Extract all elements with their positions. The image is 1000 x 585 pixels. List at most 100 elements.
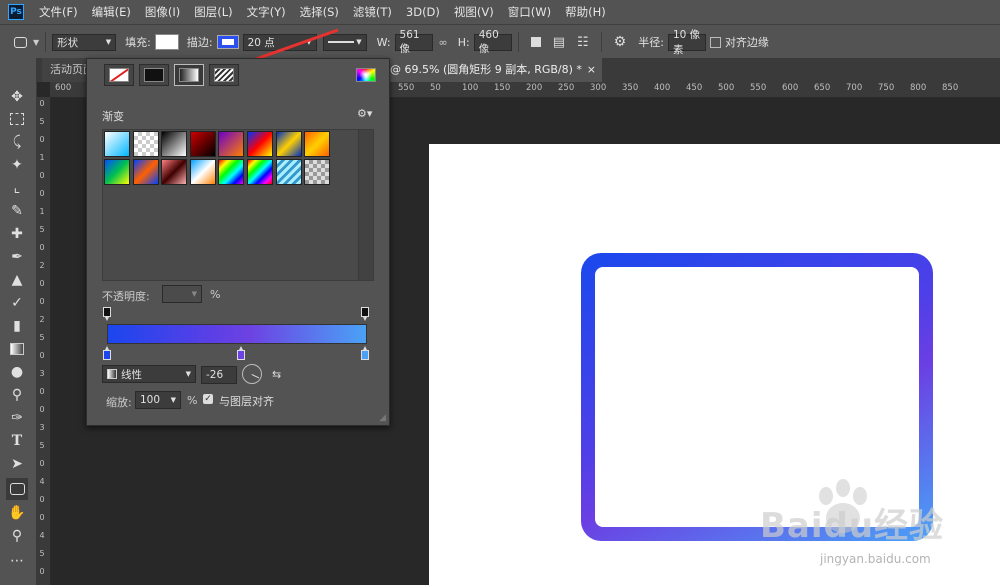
blur-tool[interactable]: ●	[6, 361, 28, 383]
ruler-tick-label: 0	[39, 387, 45, 396]
ruler-tick-label: 5	[39, 549, 45, 558]
drop-icon: ●	[10, 364, 24, 380]
stamp-tool[interactable]: ▲	[6, 269, 28, 291]
shape-tool-preset[interactable]: ▼	[14, 36, 39, 48]
menu-item[interactable]: 3D(D)	[399, 0, 447, 24]
tab-current-doc[interactable]: @ 69.5% (圆角矩形 9 副本, RGB/8) * ×	[382, 58, 602, 82]
ruler-tick-label: 550	[750, 83, 767, 93]
ruler-tick-label: 200	[526, 83, 543, 93]
no-color-button[interactable]	[104, 64, 134, 86]
gradient-preset-swatch[interactable]	[161, 159, 188, 185]
hand-tool[interactable]: ✋	[6, 502, 28, 524]
menu-item[interactable]: 选择(S)	[293, 0, 346, 24]
path-arrangement-icon[interactable]: ☷	[577, 35, 589, 50]
ruler-tick-label: 800	[910, 83, 927, 93]
close-icon[interactable]: ×	[587, 58, 596, 82]
tab-label: @ 69.5% (圆角矩形 9 副本, RGB/8) *	[390, 63, 582, 76]
ruler-tick-label: 500	[718, 83, 735, 93]
gradient-preset-swatch[interactable]	[189, 159, 216, 185]
gradient-preset-swatch[interactable]	[132, 159, 159, 185]
menu-item[interactable]: 图像(I)	[138, 0, 187, 24]
gradient-preset-swatch[interactable]	[247, 131, 273, 157]
align-layer-checkbox[interactable]: ✓	[203, 394, 213, 404]
color-picker-button[interactable]	[351, 64, 381, 86]
menu-item[interactable]: 图层(L)	[187, 0, 239, 24]
path-alignment-icon[interactable]: ▤	[553, 35, 565, 50]
type-tool[interactable]: T	[6, 430, 28, 452]
scale-field[interactable]: 100 ▼	[135, 391, 181, 409]
fill-swatch[interactable]	[154, 34, 179, 50]
resize-handle-icon[interactable]: ◢	[379, 413, 386, 423]
menu-item[interactable]: 编辑(E)	[85, 0, 138, 24]
ruler-tick-label: 0	[39, 495, 45, 504]
menu-item[interactable]: 文字(Y)	[240, 0, 293, 24]
gradient-preset-swatch[interactable]	[104, 131, 130, 157]
zoom-tool[interactable]: ⚲	[6, 525, 28, 547]
move-tool[interactable]: ✥	[6, 86, 28, 108]
marquee-tool[interactable]	[6, 108, 28, 130]
align-edges-checkbox[interactable]	[709, 36, 721, 48]
radius-field[interactable]: 10 像素	[667, 29, 706, 56]
pattern-button[interactable]	[209, 64, 239, 86]
color-stop-right[interactable]	[361, 346, 369, 360]
crop-tool[interactable]: ⌞	[6, 177, 28, 199]
gradient-preset-swatch[interactable]	[275, 159, 302, 185]
brush-tool[interactable]: ✒	[6, 246, 28, 268]
solid-color-button[interactable]	[139, 64, 169, 86]
path-selection-tool[interactable]: ➤	[6, 453, 28, 475]
pen-tool[interactable]: ✑	[6, 407, 28, 429]
color-stop-mid[interactable]	[237, 346, 245, 360]
height-field[interactable]: 460 像	[473, 29, 512, 55]
gradient-bar[interactable]	[107, 324, 367, 344]
mode-select[interactable]: 形状 ▼	[52, 33, 117, 51]
path-operations-icon[interactable]	[530, 37, 541, 47]
menu-item[interactable]: 帮助(H)	[558, 0, 613, 24]
menu-item[interactable]: 视图(V)	[447, 0, 501, 24]
solid-color-icon	[144, 68, 164, 82]
w-label: W:	[376, 35, 391, 49]
ruler-tick-label: 0	[39, 297, 45, 306]
lasso-tool[interactable]: ⤹	[6, 131, 28, 153]
reverse-icon[interactable]: ⇆	[272, 368, 281, 381]
angle-field[interactable]: -26	[201, 366, 237, 384]
link-icon[interactable]: ∞	[439, 36, 448, 49]
gradient-preset-swatch[interactable]	[218, 131, 245, 157]
menu-item[interactable]: 滤镜(T)	[346, 0, 399, 24]
ruler-tick-label: 600	[55, 83, 72, 93]
eraser-tool[interactable]: ▮	[6, 315, 28, 337]
ruler-tick-label: 0	[39, 243, 45, 252]
color-picker-icon	[356, 68, 376, 82]
gradient-preset-swatch[interactable]	[275, 131, 302, 157]
gear-icon[interactable]: ⚙	[614, 34, 627, 50]
magic-wand-tool[interactable]: ✦	[6, 154, 28, 176]
gradient-preset-swatch[interactable]	[104, 159, 130, 185]
gradient-preset-swatch[interactable]	[304, 159, 331, 185]
angle-dial[interactable]	[242, 364, 262, 384]
gradient-preset-swatch[interactable]	[161, 131, 188, 157]
eyedropper-tool[interactable]: ✎	[6, 200, 28, 222]
color-stop-left[interactable]	[103, 346, 111, 360]
gradient-preset-swatch[interactable]	[218, 159, 245, 185]
gradient-button[interactable]	[174, 64, 204, 86]
opacity-field[interactable]: ▼	[162, 285, 202, 303]
gradient-preset-swatch[interactable]	[247, 159, 273, 185]
gradient-preset-swatch[interactable]	[189, 131, 216, 157]
menu-item[interactable]: 窗口(W)	[501, 0, 558, 24]
more-tools[interactable]: ⋯	[6, 550, 28, 572]
gradient-tool[interactable]	[6, 338, 28, 360]
menu-item[interactable]: 文件(F)	[32, 0, 85, 24]
presets-scrollbar[interactable]	[358, 130, 373, 280]
healing-brush-tool[interactable]: ✚	[6, 223, 28, 245]
opacity-stop-left[interactable]	[103, 307, 111, 321]
dodge-tool[interactable]: ⚲	[6, 384, 28, 406]
gear-icon[interactable]: ⚙▾	[357, 107, 372, 120]
history-brush-tool[interactable]: ✓	[6, 292, 28, 314]
rounded-rectangle-tool[interactable]	[6, 478, 28, 500]
chevron-down-icon: ▼	[185, 370, 191, 378]
width-field[interactable]: 561 像	[394, 29, 433, 55]
gradient-preset-swatch[interactable]	[304, 131, 331, 157]
gradient-preset-swatch[interactable]	[132, 131, 159, 157]
opacity-stop-right[interactable]	[361, 307, 369, 321]
height-value: 460 像	[478, 28, 499, 55]
gradient-style-select[interactable]: 线性 ▼	[102, 365, 196, 383]
